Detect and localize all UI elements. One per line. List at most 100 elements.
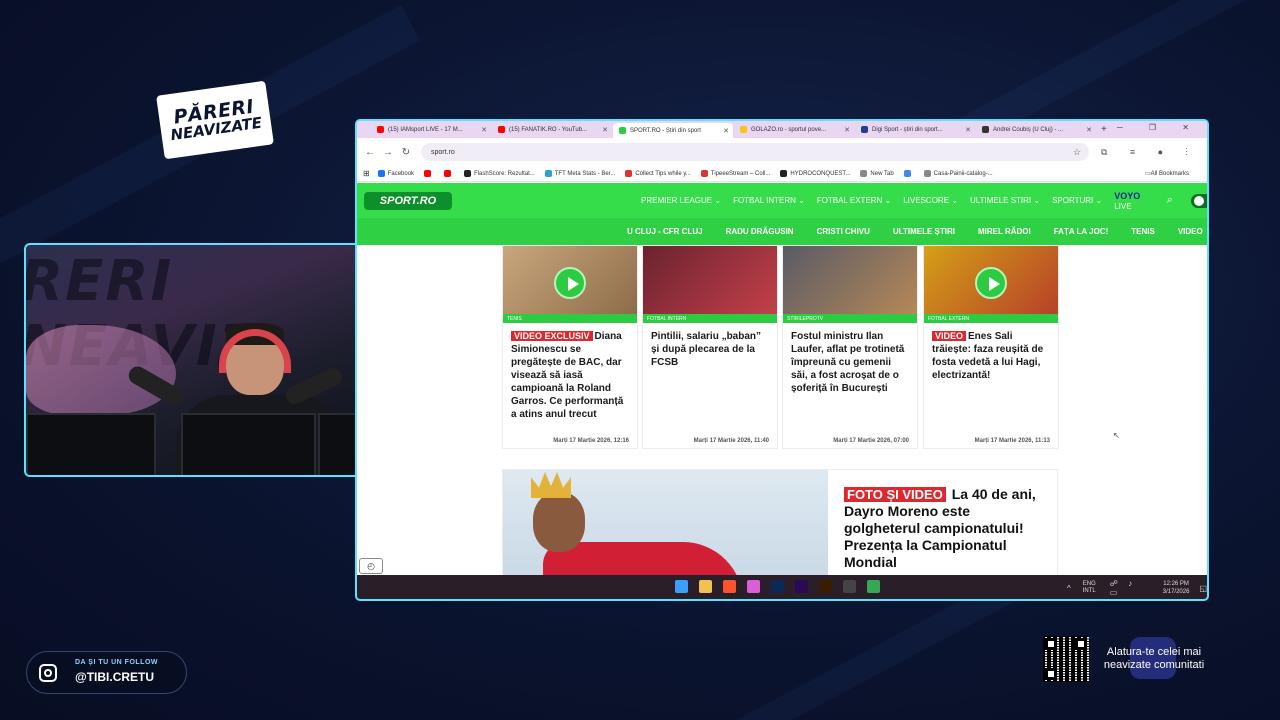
article-title[interactable]: Fostul ministru Ilan Laufer, aflat pe tr… bbox=[783, 323, 917, 395]
nav-item[interactable]: ULTIMELE STIRI ⌄ bbox=[970, 196, 1040, 205]
secondary-nav-item[interactable]: FAȚA LA JOC! bbox=[1054, 227, 1109, 236]
illustrator-icon[interactable] bbox=[819, 580, 832, 593]
notification-icon[interactable]: ◱ bbox=[1199, 584, 1207, 593]
photos-icon[interactable] bbox=[747, 580, 760, 593]
address-bar[interactable]: sport.ro ☆ bbox=[421, 143, 1089, 161]
tray-chevron-icon[interactable]: ^ bbox=[1067, 584, 1071, 593]
windows-taskbar: ^ ENG INTL ☍ ♪ ▭ 12:26 PM 3/17/2026 ◱ bbox=[357, 575, 1207, 599]
secondary-nav-item[interactable]: MIREL RĂDOI bbox=[978, 227, 1031, 236]
tab-close-icon[interactable]: ✕ bbox=[965, 126, 971, 134]
bookmark-item[interactable]: HYDROCONQUEST... bbox=[780, 170, 850, 177]
qr-marker bbox=[1045, 668, 1057, 680]
bookmark-item[interactable]: FlashScore: Rezultat... bbox=[464, 170, 535, 177]
lang-code: ENG bbox=[1082, 581, 1096, 587]
qr-code-icon bbox=[1043, 636, 1089, 682]
nav-item[interactable]: PREMIER LEAGUE ⌄ bbox=[641, 196, 721, 205]
article-date: Marți 17 Martie 2026, 11:40 bbox=[693, 438, 769, 444]
reload-icon[interactable]: ↻ bbox=[401, 147, 411, 158]
bookmark-item[interactable]: Collect Tips while y... bbox=[625, 170, 691, 177]
secondary-nav-item[interactable]: ULTIMELE ȘTIRI bbox=[893, 227, 955, 236]
article-card[interactable]: FOTBAL INTERN Pintilii, salariu „baban” ș… bbox=[642, 245, 778, 449]
address-row: ← → ↻ sport.ro ☆ ⧉ ≡ ● ⋮ bbox=[357, 138, 1207, 166]
follow-cta: DA ȘI TU UN FOLLOW bbox=[75, 659, 159, 666]
browser-tab[interactable]: (15) FANATIK.RO - YouTub... ✕ bbox=[492, 123, 612, 137]
forward-icon[interactable]: → bbox=[383, 147, 393, 158]
browser-tab[interactable]: GOLAZO.ro - sportul pove... ✕ bbox=[734, 123, 854, 137]
bookmark-label: HYDROCONQUEST... bbox=[790, 170, 851, 177]
bookmark-item[interactable]: New Tab bbox=[860, 170, 894, 177]
tray-icons[interactable]: ☍ ♪ ▭ bbox=[1110, 579, 1151, 597]
windows-start-icon[interactable] bbox=[675, 580, 688, 593]
article-thumbnail[interactable]: STIRILEPROTV bbox=[783, 246, 917, 323]
featured-badge: FOTO ȘI VIDEO bbox=[844, 487, 946, 502]
article-title[interactable]: VIDEO EXCLUSIV Diana Simionescu se pregăt… bbox=[503, 323, 637, 421]
play-icon[interactable] bbox=[554, 267, 586, 299]
voyo-live-link[interactable]: VOYO LIVE bbox=[1114, 191, 1148, 211]
tab-close-icon[interactable]: ✕ bbox=[1086, 126, 1092, 134]
tab-close-icon[interactable]: ✕ bbox=[723, 127, 729, 135]
chrome-icon[interactable] bbox=[867, 580, 880, 593]
apps-grid-icon[interactable]: ⊞ bbox=[363, 169, 370, 178]
featured-image[interactable] bbox=[503, 470, 828, 575]
article-thumbnail[interactable]: FOTBAL INTERN bbox=[643, 246, 777, 323]
article-thumbnail[interactable]: TENIS bbox=[503, 246, 637, 323]
premiere-icon[interactable] bbox=[795, 580, 808, 593]
browser-tab[interactable]: SPORT.RO - Știri din sport ✕ bbox=[613, 123, 733, 138]
secondary-nav-item[interactable]: U CLUJ - CFR CLUJ bbox=[627, 227, 703, 236]
browser-tab[interactable]: Digi Sport - știri din sport... ✕ bbox=[855, 123, 975, 137]
nav-item[interactable]: SPORTURI ⌄ bbox=[1052, 196, 1102, 205]
bookmarks-bar: ⊞ Facebook FlashScore: Rezultat... TFT Met… bbox=[357, 166, 1207, 182]
primary-menu: PREMIER LEAGUE ⌄ FOTBAL INTERN ⌄ FOTBAL EX… bbox=[641, 183, 1207, 218]
article-card[interactable]: STIRILEPROTV Fostul ministru Ilan Laufer,… bbox=[782, 245, 918, 449]
tab-close-icon[interactable]: ✕ bbox=[481, 126, 487, 134]
article-title[interactable]: Pintilii, salariu „baban” și după plecar… bbox=[643, 323, 777, 369]
article-card[interactable]: FOTBAL EXTERN VIDEO Enes Sali trăiește: fa… bbox=[923, 245, 1059, 449]
all-bookmarks[interactable]: ▭ All Bookmarks bbox=[1145, 170, 1189, 178]
play-icon[interactable] bbox=[975, 267, 1007, 299]
bookmark-item[interactable] bbox=[424, 170, 434, 177]
featured-article[interactable]: FOTO ȘI VIDEO La 40 de ani, Dayro Moreno… bbox=[502, 469, 1058, 575]
secondary-nav-item[interactable]: TENIS bbox=[1131, 227, 1155, 236]
bookmark-item[interactable]: TipeeeStream – Coll... bbox=[700, 170, 770, 177]
tab-favicon-icon bbox=[982, 126, 989, 133]
browser-tab[interactable]: Andrei Coubiș (U Cluj) - ... ✕ bbox=[976, 123, 1096, 137]
bookmark-item[interactable]: TFT Meta Stats - Ber... bbox=[544, 170, 616, 177]
search-icon[interactable]: ⌕ bbox=[1167, 194, 1173, 207]
secondary-nav-item[interactable]: VIDEO bbox=[1178, 227, 1203, 236]
window-controls[interactable]: ─ ❐ ✕ bbox=[1117, 123, 1201, 132]
voyo-suffix: LIVE bbox=[1114, 201, 1132, 211]
nav-item[interactable]: LIVESCORE ⌄ bbox=[903, 196, 958, 205]
article-title[interactable]: VIDEO Enes Sali trăiește: faza reușită de… bbox=[924, 323, 1058, 382]
bookmark-item[interactable]: Facebook bbox=[377, 170, 415, 177]
bookmark-favicon-icon bbox=[625, 170, 633, 177]
dark-mode-toggle[interactable] bbox=[1190, 193, 1207, 208]
accessibility-icon[interactable]: ◴ bbox=[359, 558, 383, 574]
tab-close-icon[interactable]: ✕ bbox=[602, 126, 608, 134]
tab-close-icon[interactable]: ✕ bbox=[844, 126, 850, 134]
secondary-nav-item[interactable]: RADU DRĂGUSIN bbox=[726, 227, 794, 236]
sport-ro-logo[interactable]: SPORT.RO bbox=[364, 191, 452, 210]
file-explorer-icon[interactable] bbox=[699, 580, 712, 593]
bookmark-star-icon[interactable]: ☆ bbox=[1073, 147, 1081, 158]
back-icon[interactable]: ← bbox=[365, 147, 375, 158]
nav-item[interactable]: FOTBAL EXTERN ⌄ bbox=[817, 196, 891, 205]
qr-marker bbox=[1075, 638, 1087, 650]
browser-tab[interactable]: (15) IAMsport LIVE - 17 M... ✕ bbox=[371, 123, 491, 137]
photoshop-icon[interactable] bbox=[771, 580, 784, 593]
obs-icon[interactable] bbox=[843, 580, 856, 593]
bookmark-item[interactable] bbox=[903, 170, 914, 177]
secondary-nav-item[interactable]: CRISTI CHIVU bbox=[817, 227, 870, 236]
bookmark-label: TFT Meta Stats - Ber... bbox=[554, 170, 616, 177]
clock[interactable]: 12:26 PM 3/17/2026 bbox=[1163, 580, 1190, 596]
toolbar-icons[interactable]: ⧉ ≡ ● ⋮ bbox=[1101, 147, 1198, 158]
nav-item[interactable]: FOTBAL INTERN ⌄ bbox=[733, 196, 805, 205]
bookmark-label: Facebook bbox=[387, 170, 415, 177]
brave-icon[interactable] bbox=[723, 580, 736, 593]
language-indicator[interactable]: ENG INTL bbox=[1083, 581, 1096, 595]
featured-title[interactable]: FOTO ȘI VIDEO La 40 de ani, Dayro Moreno… bbox=[844, 486, 1049, 571]
article-thumbnail[interactable]: FOTBAL EXTERN bbox=[924, 246, 1058, 323]
article-card[interactable]: TENIS VIDEO EXCLUSIV Diana Simionescu se p… bbox=[502, 245, 638, 449]
bookmark-item[interactable] bbox=[444, 170, 454, 177]
plus-icon[interactable]: + bbox=[1101, 124, 1107, 135]
bookmark-item[interactable]: Casa-Painii-catalog-... bbox=[923, 170, 993, 177]
